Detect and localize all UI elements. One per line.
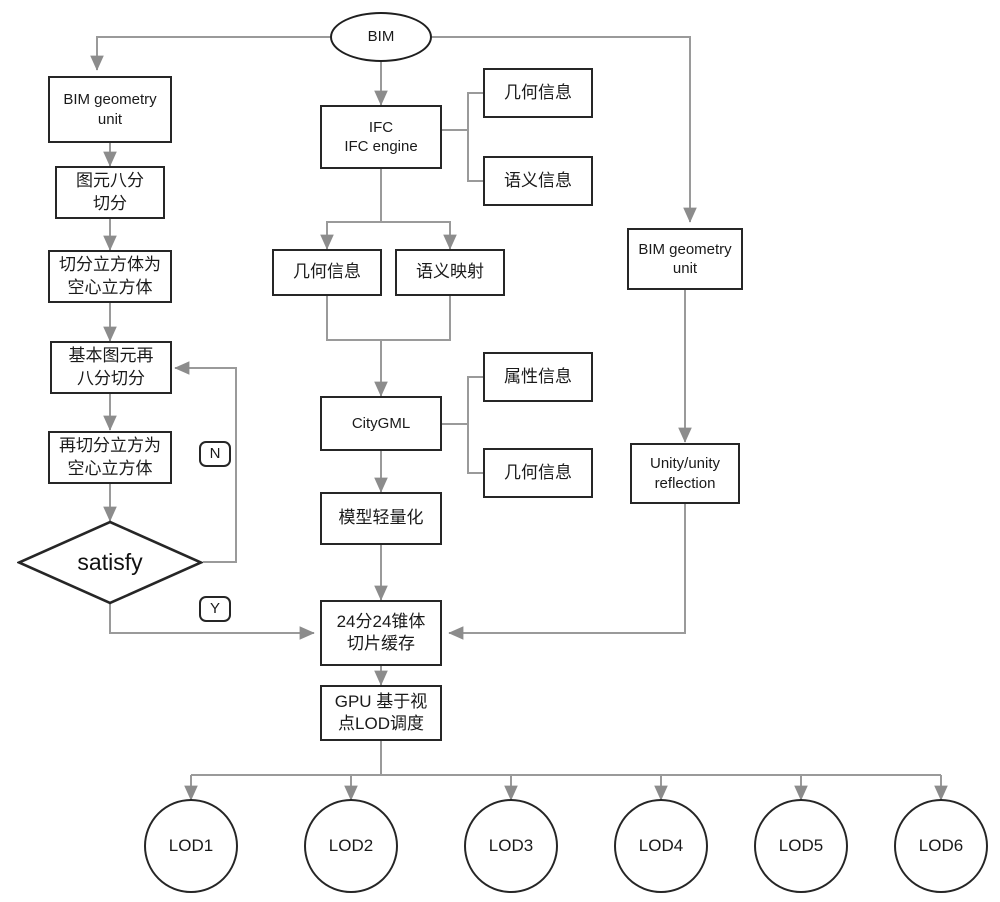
- satisfy-label: satisfy: [77, 549, 143, 575]
- node-lod-output[interactable]: LOD3: [464, 799, 558, 893]
- node-lod-output[interactable]: LOD4: [614, 799, 708, 893]
- node-primitive-octree-split[interactable]: 图元八分 切分: [55, 166, 165, 219]
- node-split-cube-to-hollow[interactable]: 切分立方体为 空心立方体: [48, 250, 172, 303]
- node-lod-output[interactable]: LOD5: [754, 799, 848, 893]
- wire-ifc-to-semantic-info-top: [442, 129, 483, 182]
- node-model-lightweighting[interactable]: 模型轻量化: [320, 492, 442, 545]
- node-citygml[interactable]: CityGML: [320, 396, 442, 451]
- node-geometry-info-mid[interactable]: 几何信息: [272, 249, 382, 296]
- edge-label-yes: Y: [199, 596, 231, 622]
- node-geometry-info-top[interactable]: 几何信息: [483, 68, 593, 118]
- wire-geom-to-citygml: [326, 296, 388, 397]
- node-basic-primitive-resplit[interactable]: 基本图元再 八分切分: [50, 341, 172, 394]
- wire-citygml-to-attribute: [442, 376, 483, 425]
- node-unity-reflection[interactable]: Unity/unity reflection: [630, 443, 740, 504]
- node-tile-cache-24[interactable]: 24分24锥体 切片缓存: [320, 600, 442, 666]
- node-ifc-engine[interactable]: IFC IFC engine: [320, 105, 442, 169]
- edge-label-no: N: [199, 441, 231, 467]
- node-geometry-info-citygml[interactable]: 几何信息: [483, 448, 593, 498]
- node-attribute-info[interactable]: 属性信息: [483, 352, 593, 402]
- node-gpu-lod-scheduling[interactable]: GPU 基于视 点LOD调度: [320, 685, 442, 741]
- node-bim-root[interactable]: BIM: [330, 12, 432, 62]
- node-semantic-mapping[interactable]: 语义映射: [395, 249, 505, 296]
- node-lod-output[interactable]: LOD1: [144, 799, 238, 893]
- wire-citygml-to-geom-info: [442, 423, 483, 474]
- node-semantic-info-top[interactable]: 语义信息: [483, 156, 593, 206]
- flowchart-canvas: BIM BIM geometry unit 图元八分 切分 切分立方体为 空心立…: [0, 0, 1000, 902]
- node-lod-output[interactable]: LOD6: [894, 799, 988, 893]
- wire-ifc-to-geom-info-mid: [320, 169, 382, 250]
- node-bim-geometry-unit-right[interactable]: BIM geometry unit: [627, 228, 743, 290]
- node-satisfy-decision[interactable]: satisfy: [15, 520, 205, 605]
- wire-ifc-to-geom-info-top: [442, 92, 483, 131]
- wire-unity-to-tilecache: [448, 504, 686, 640]
- wire-ifc-to-semantic-mapping: [380, 169, 457, 250]
- node-bim-geometry-unit-left[interactable]: BIM geometry unit: [48, 76, 172, 143]
- wire-semantic-to-citygml: [381, 296, 451, 341]
- node-resplit-cube-hollow[interactable]: 再切分立方为 空心立方体: [48, 431, 172, 484]
- wire-bim-to-left-geometry: [90, 36, 330, 71]
- node-lod-output[interactable]: LOD2: [304, 799, 398, 893]
